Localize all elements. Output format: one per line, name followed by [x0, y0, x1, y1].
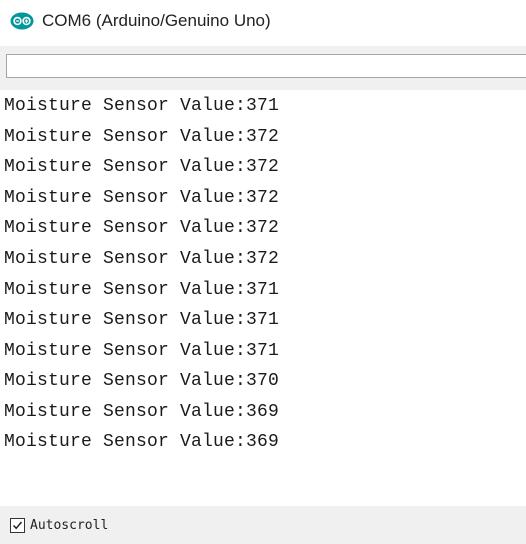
output-line: Moisture Sensor Value:372	[4, 127, 280, 147]
output-line: Moisture Sensor Value:372	[4, 157, 280, 177]
autoscroll-checkbox[interactable]	[10, 517, 25, 533]
status-bar: Autoscroll	[0, 506, 526, 544]
output-line: Moisture Sensor Value:372	[4, 188, 280, 208]
serial-output[interactable]: Moisture Sensor Value:371 Moisture Senso…	[0, 90, 526, 510]
window-title: COM6 (Arduino/Genuino Uno)	[42, 11, 271, 30]
arduino-icon	[10, 12, 34, 30]
output-line: Moisture Sensor Value:370	[4, 371, 280, 391]
output-line: Moisture Sensor Value:369	[4, 432, 280, 452]
serial-monitor-window: COM6 (Arduino/Genuino Uno) Moisture Sens…	[0, 0, 526, 544]
send-row	[0, 46, 526, 90]
output-line: Moisture Sensor Value:372	[4, 218, 280, 238]
title-bar: COM6 (Arduino/Genuino Uno)	[0, 0, 526, 42]
output-line: Moisture Sensor Value:371	[4, 310, 280, 330]
output-line: Moisture Sensor Value:371	[4, 96, 280, 116]
output-line: Moisture Sensor Value:371	[4, 341, 280, 361]
check-icon	[12, 521, 23, 529]
send-input[interactable]	[6, 54, 526, 78]
output-line: Moisture Sensor Value:371	[4, 280, 280, 300]
output-line: Moisture Sensor Value:372	[4, 249, 280, 269]
output-line: Moisture Sensor Value:369	[4, 402, 280, 422]
autoscroll-label[interactable]: Autoscroll	[30, 518, 108, 533]
